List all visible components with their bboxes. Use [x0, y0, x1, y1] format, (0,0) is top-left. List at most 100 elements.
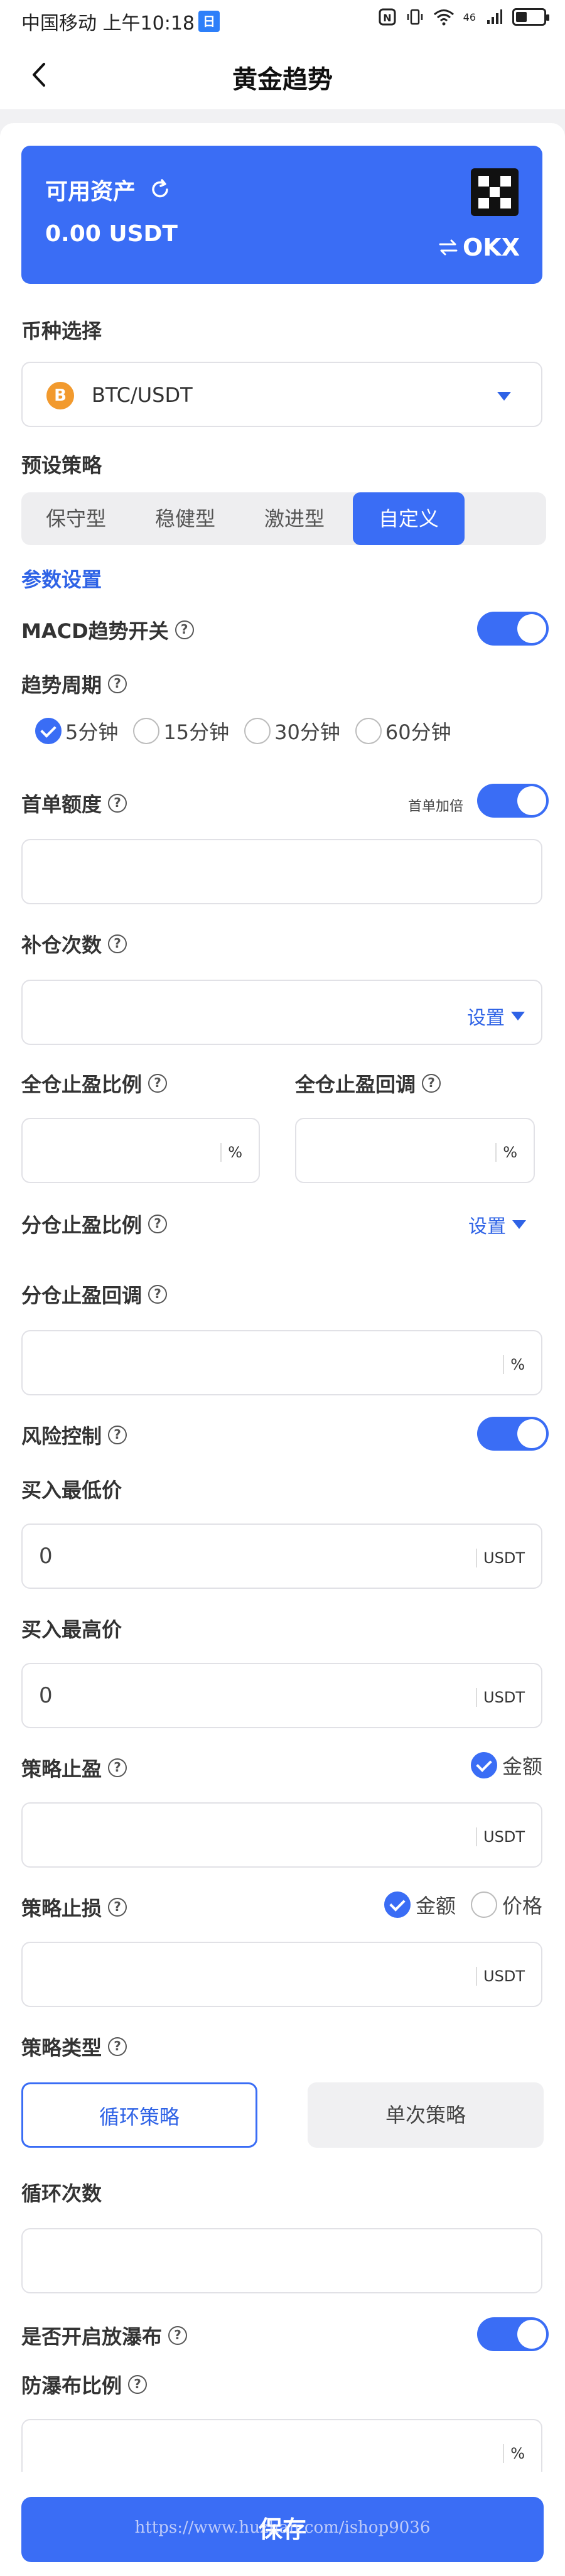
buy-max-input[interactable]: 0 USDT	[21, 1663, 542, 1728]
tab-custom[interactable]: 自定义	[353, 492, 465, 545]
split-tp-settings-button[interactable]: 设置	[468, 1211, 526, 1238]
period-option-label: 5分钟	[65, 720, 119, 744]
asset-amount: 0.00 USDT	[45, 221, 178, 247]
add-count-label: 补仓次数?	[21, 929, 127, 958]
first-order-label-text: 首单额度	[21, 793, 102, 816]
help-icon[interactable]: ?	[148, 1215, 168, 1233]
buy-min-value: 0	[39, 1544, 53, 1569]
help-icon[interactable]: ?	[148, 1074, 168, 1093]
loop-count-input[interactable]	[21, 2228, 542, 2293]
help-icon[interactable]: ?	[108, 1426, 127, 1444]
save-bar: 保存 https://www.huzhan.com/ishop9036	[0, 2472, 565, 2576]
help-icon[interactable]: ?	[422, 1074, 441, 1093]
split-tp-pullback-label-text: 分仓止盈回调	[21, 1284, 143, 1307]
status-right: N 46	[378, 8, 549, 26]
coin-select[interactable]: B BTC/USDT	[21, 362, 542, 427]
period-option-15m[interactable]: 15分钟	[133, 717, 229, 745]
strategy-sl-price-checkbox[interactable]: 价格	[471, 1890, 542, 1919]
help-icon[interactable]: ?	[108, 794, 127, 813]
checkbox-checked-icon	[470, 1752, 497, 1778]
full-tp-pullback-input[interactable]: %	[295, 1118, 535, 1183]
strategy-sl-price-label: 价格	[502, 1894, 543, 1918]
strategy-type-label-text: 策略类型	[21, 2036, 102, 2060]
first-order-input[interactable]	[21, 839, 542, 904]
params-section-title-text: 参数设置	[21, 568, 102, 592]
help-icon[interactable]: ?	[128, 2375, 148, 2394]
first-order-label: 首单额度?	[21, 789, 127, 818]
checkbox-checked-icon	[384, 1891, 411, 1918]
usdt-unit: USDT	[476, 1549, 525, 1567]
strategy-type-loop-button[interactable]: 循环策略	[21, 2082, 257, 2148]
percent-unit: %	[503, 2444, 525, 2463]
buy-max-label-text: 买入最高价	[21, 1618, 122, 1642]
caret-down-icon	[497, 392, 511, 401]
strategy-tp-input[interactable]: USDT	[21, 1802, 542, 1868]
period-label: 趋势周期?	[21, 669, 127, 698]
help-icon[interactable]: ?	[148, 1285, 168, 1304]
first-order-double-label: 首单加倍	[408, 799, 464, 814]
buy-min-label-text: 买入最低价	[21, 1478, 122, 1502]
help-icon[interactable]: ?	[108, 1758, 127, 1777]
split-tp-ratio-label-text: 分仓止盈比例	[21, 1213, 143, 1237]
strategy-type-single-button[interactable]: 单次策略	[308, 2082, 544, 2148]
strategy-tp-label: 策略止盈?	[21, 1753, 127, 1782]
help-icon[interactable]: ?	[175, 620, 194, 639]
risk-toggle[interactable]	[477, 1417, 549, 1451]
help-icon[interactable]: ?	[108, 674, 127, 693]
save-button[interactable]: 保存	[21, 2497, 544, 2562]
usdt-unit: USDT	[476, 1688, 525, 1707]
period-label-text: 趋势周期	[21, 673, 102, 697]
strategy-sl-input[interactable]: USDT	[21, 1942, 542, 2007]
anti-waterfall-label: 防瀑布比例?	[21, 2370, 148, 2399]
coin-select-value: BTC/USDT	[92, 383, 193, 407]
params-section-title: 参数设置	[21, 564, 102, 593]
asset-label: 可用资产	[45, 179, 136, 205]
macd-toggle[interactable]	[477, 612, 549, 646]
tab-aggressive[interactable]: 激进型	[240, 492, 349, 545]
form-sheet: 可用资产 0.00 USDT OKX 币种选择 B BTC/USDT 预设策略 …	[0, 123, 565, 2484]
full-tp-ratio-input[interactable]: %	[21, 1118, 260, 1183]
preset-label: 预设策略	[21, 450, 102, 479]
buy-max-value: 0	[39, 1683, 53, 1708]
help-icon[interactable]: ?	[168, 2326, 188, 2345]
help-icon[interactable]: ?	[108, 934, 127, 953]
full-tp-ratio-label: 全仓止盈比例?	[21, 1069, 168, 1098]
tab-conservative[interactable]: 保守型	[21, 492, 131, 545]
asset-card: 可用资产 0.00 USDT OKX	[21, 146, 542, 284]
loop-count-label-text: 循环次数	[21, 2182, 102, 2205]
tab-steady[interactable]: 稳健型	[131, 492, 240, 545]
period-option-5m[interactable]: 5分钟	[35, 717, 118, 745]
percent-unit: %	[503, 1355, 525, 1374]
strategy-tp-label-text: 策略止盈	[21, 1757, 102, 1781]
help-icon[interactable]: ?	[108, 2037, 127, 2056]
strategy-tp-amount-checkbox[interactable]: 金额	[470, 1751, 542, 1780]
refresh-icon[interactable]	[148, 178, 172, 202]
waterfall-label: 是否开启放瀑布?	[21, 2321, 188, 2350]
nav-bar: 黄金趋势	[0, 40, 565, 109]
period-option-60m[interactable]: 60分钟	[355, 717, 451, 745]
add-count-input[interactable]: 设置	[21, 980, 542, 1045]
status-left: 中国移动 上午10:18 日	[21, 8, 220, 35]
macd-label: MACD趋势开关?	[21, 615, 194, 644]
strategy-sl-amount-checkbox[interactable]: 金额	[384, 1890, 456, 1919]
svg-text:N: N	[383, 12, 391, 24]
period-option-label: 15分钟	[163, 720, 230, 744]
percent-unit: %	[495, 1143, 517, 1162]
add-count-settings-button[interactable]: 设置	[467, 1002, 525, 1030]
first-order-double-toggle[interactable]	[477, 784, 549, 818]
btc-icon: B	[46, 382, 74, 409]
battery-fill	[516, 12, 527, 22]
split-tp-pullback-label: 分仓止盈回调?	[21, 1280, 168, 1309]
split-tp-pullback-input[interactable]: %	[21, 1330, 542, 1395]
exchange-switch-button[interactable]: OKX	[438, 234, 520, 261]
wifi-icon	[433, 9, 454, 26]
signal-icon	[487, 9, 502, 24]
full-tp-pullback-label: 全仓止盈回调?	[295, 1069, 441, 1098]
period-option-30m[interactable]: 30分钟	[244, 717, 340, 745]
caret-down-icon	[512, 1220, 526, 1229]
buy-min-input[interactable]: 0 USDT	[21, 1523, 542, 1589]
radio-checked-icon	[35, 718, 62, 744]
waterfall-toggle[interactable]	[477, 2317, 549, 2351]
help-icon[interactable]: ?	[108, 1898, 127, 1917]
network-type: 46	[463, 11, 476, 23]
